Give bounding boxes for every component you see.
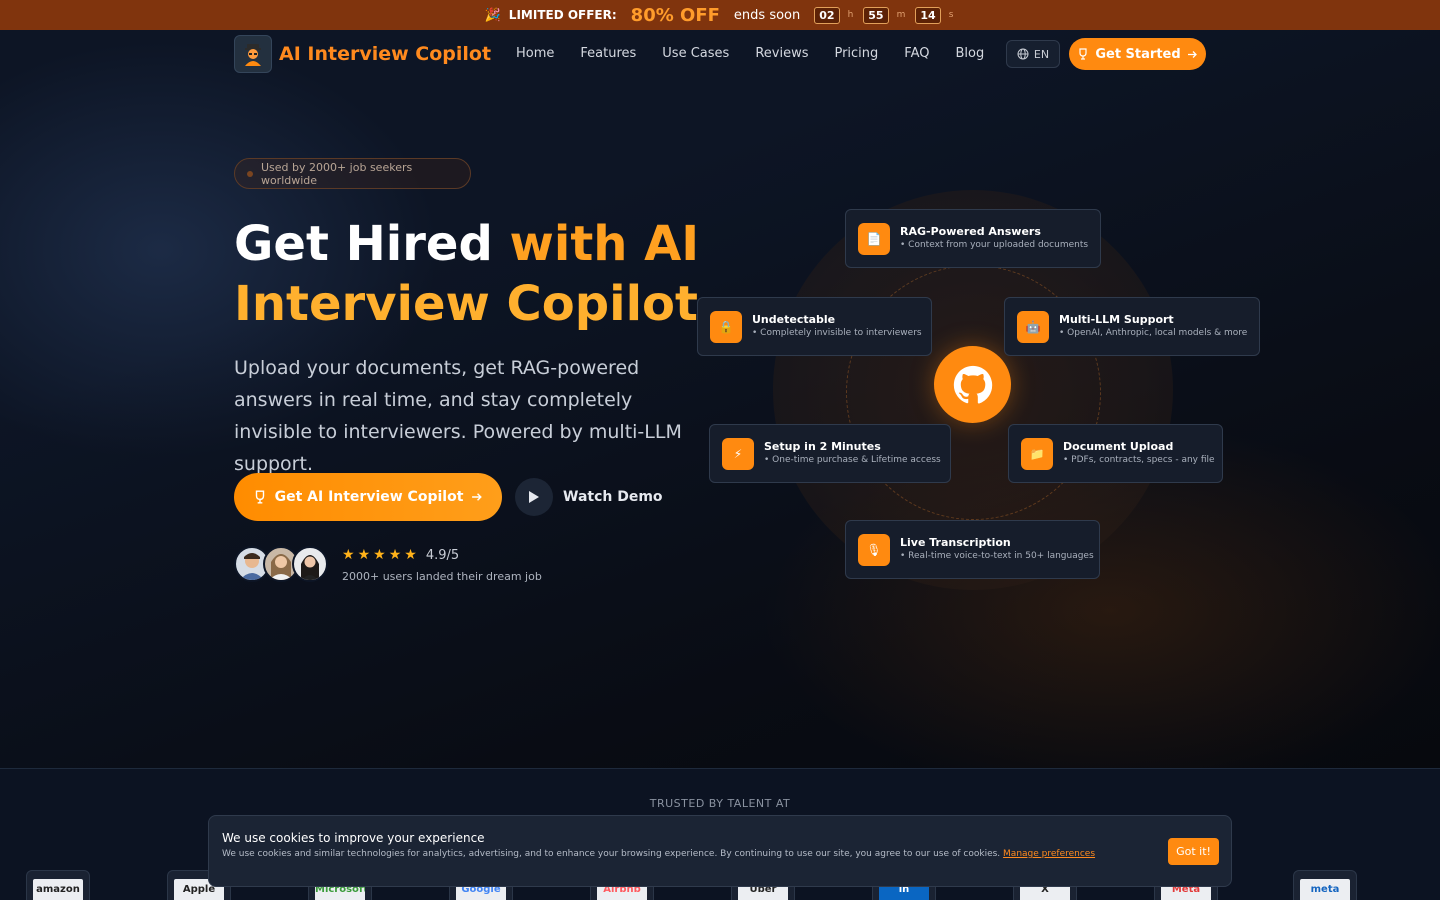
- countdown-seconds-unit: s: [948, 10, 954, 20]
- feature-desc: • Real-time voice-to-text in 50+ languag…: [900, 551, 1094, 561]
- countdown-hours-unit: h: [847, 10, 854, 20]
- star-icon: ★: [373, 547, 386, 563]
- watch-demo-button[interactable]: Watch Demo: [515, 477, 663, 517]
- countdown-seconds: 14: [915, 6, 941, 24]
- brand-name[interactable]: AI Interview Copilot: [279, 43, 491, 65]
- nav-link-blog[interactable]: Blog: [955, 46, 984, 61]
- rating-score: 4.9/5: [425, 547, 460, 563]
- feature-desc: • OpenAI, Anthropic, local models & more: [1059, 328, 1248, 338]
- feature-card-setup: ⚡ Setup in 2 Minutes • One-time purchase…: [709, 424, 951, 483]
- feature-card-document-upload: 📁 Document Upload • PDFs, contracts, spe…: [1008, 424, 1223, 483]
- lightning-icon: ⚡: [722, 437, 754, 470]
- nav-link-pricing[interactable]: Pricing: [834, 46, 878, 61]
- accept-cookies-button[interactable]: Got it!: [1168, 838, 1219, 865]
- feature-title: Multi-LLM Support: [1059, 313, 1174, 326]
- lock-icon: 🔒: [710, 310, 742, 343]
- feature-title: Undetectable: [752, 313, 836, 326]
- hero-cta-button[interactable]: Get AI Interview Copilot: [234, 473, 502, 521]
- manage-preferences-link[interactable]: Manage preferences: [1003, 849, 1095, 859]
- feature-title: Document Upload: [1063, 440, 1174, 453]
- user-avatars: [234, 546, 334, 584]
- feature-card-rag: 📄 RAG-Powered Answers • Context from you…: [845, 209, 1101, 268]
- nav-link-home[interactable]: Home: [516, 46, 554, 61]
- nav-link-features[interactable]: Features: [580, 46, 636, 61]
- social-proof-badge: Used by 2000+ job seekers worldwide: [234, 158, 471, 189]
- feature-desc: • Context from your uploaded documents: [900, 240, 1089, 250]
- star-icon: ★: [404, 547, 417, 563]
- rating-caption: 2000+ users landed their dream job: [342, 570, 542, 583]
- github-icon[interactable]: [934, 346, 1011, 423]
- feature-title: Live Transcription: [900, 536, 1011, 549]
- feature-card-undetectable: 🔒 Undetectable • Completely invisible to…: [697, 297, 932, 356]
- trophy-icon: [1079, 48, 1087, 60]
- trusted-title: TRUSTED BY TALENT AT: [649, 797, 791, 810]
- feature-desc: • Completely invisible to interviewers: [752, 328, 922, 338]
- robot-icon: 🤖: [1017, 310, 1049, 343]
- countdown-minutes: 55: [863, 6, 889, 24]
- microphone-icon: 🎙: [858, 533, 890, 566]
- cookie-text: We use cookies and similar technologies …: [222, 849, 1095, 859]
- language-label: EN: [1033, 47, 1050, 61]
- feature-card-multi-llm: 🤖 Multi-LLM Support • OpenAI, Anthropic,…: [1004, 297, 1260, 356]
- party-icon: 🎉: [484, 7, 501, 23]
- cookie-title: We use cookies to improve your experienc…: [222, 831, 485, 845]
- nav-link-reviews[interactable]: Reviews: [755, 46, 808, 61]
- globe-icon: [1017, 48, 1029, 60]
- promo-label: LIMITED OFFER:: [508, 8, 617, 22]
- nav-links: Home Features Use Cases Reviews Pricing …: [516, 46, 1010, 61]
- language-selector[interactable]: EN: [1006, 40, 1060, 68]
- feature-desc: • PDFs, contracts, specs - any file: [1063, 455, 1215, 465]
- folder-icon: 📁: [1021, 437, 1053, 470]
- star-icon: ★: [342, 547, 355, 563]
- hero-title-part3: Interview Copilot: [234, 276, 698, 332]
- badge-dot: [247, 170, 253, 177]
- get-started-label: Get Started: [1095, 46, 1181, 62]
- countdown-hours: 02: [814, 6, 840, 24]
- trophy-icon: [255, 490, 264, 504]
- hero-title: Get Hired with AI Interview Copilot: [234, 214, 754, 334]
- nav-link-faq[interactable]: FAQ: [904, 46, 929, 61]
- company-logo: amazon: [26, 870, 90, 900]
- cookie-banner: We use cookies to improve your experienc…: [208, 815, 1232, 887]
- get-started-button[interactable]: Get Started: [1069, 38, 1206, 70]
- hero-title-part1: Get Hired: [234, 216, 510, 272]
- top-nav: AI Interview Copilot Home Features Use C…: [0, 30, 1440, 78]
- promo-banner: 🎉 LIMITED OFFER: 80% OFF ends soon 02 h …: [0, 0, 1440, 30]
- promo-ends: ends soon: [733, 7, 801, 23]
- play-icon: [515, 478, 553, 516]
- countdown-minutes-unit: m: [896, 10, 906, 20]
- badge-text: Used by 2000+ job seekers worldwide: [260, 160, 413, 187]
- hero-cta-label: Get AI Interview Copilot: [274, 489, 464, 505]
- avatar: [292, 546, 328, 582]
- promo-discount: 80% OFF: [630, 4, 720, 26]
- star-icon: ★: [357, 547, 371, 563]
- star-icon: ★: [388, 547, 402, 563]
- cookie-body: We use cookies and similar technologies …: [222, 849, 1001, 859]
- company-logo: meta: [1293, 870, 1357, 900]
- brand-logo-icon[interactable]: [234, 35, 272, 73]
- feature-card-transcription: 🎙 Live Transcription • Real-time voice-t…: [845, 520, 1100, 579]
- rating: ★ ★ ★ ★ ★ 4.9/5: [342, 547, 459, 563]
- nav-link-use-cases[interactable]: Use Cases: [662, 46, 729, 61]
- watch-demo-label: Watch Demo: [563, 489, 663, 505]
- feature-title: RAG-Powered Answers: [900, 225, 1041, 238]
- hero-title-part2: with AI: [509, 216, 700, 272]
- feature-title: Setup in 2 Minutes: [764, 440, 881, 453]
- arrow-right-icon: [1187, 50, 1197, 58]
- document-icon: 📄: [858, 222, 890, 255]
- arrow-right-icon: [472, 493, 483, 501]
- feature-desc: • One-time purchase & Lifetime access: [764, 455, 941, 465]
- hero-subtitle: Upload your documents, get RAG-powered a…: [234, 357, 682, 475]
